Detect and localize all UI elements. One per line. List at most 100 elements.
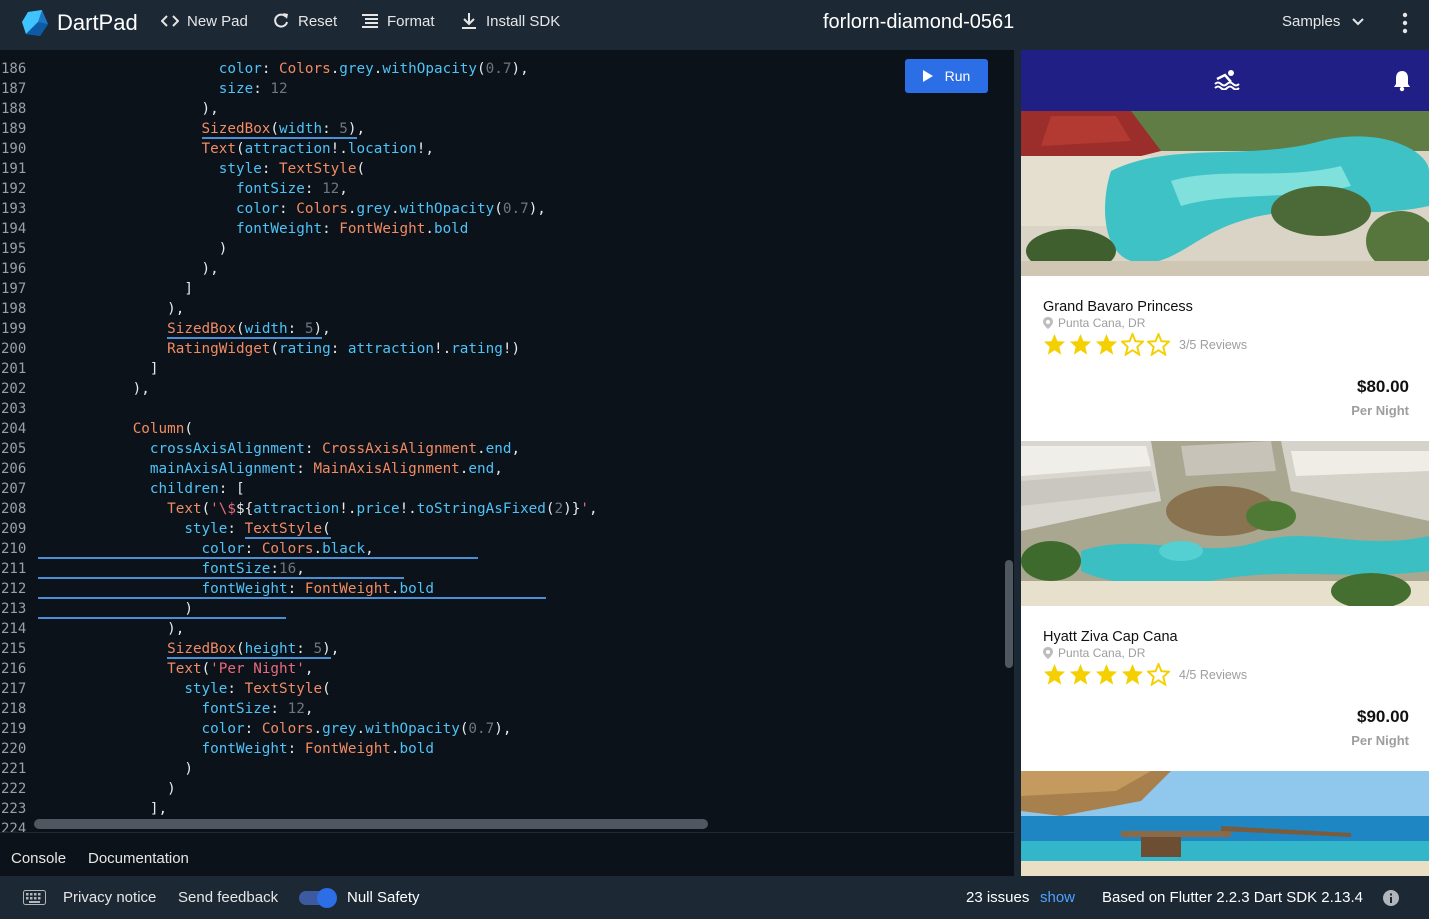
rating-stars: 4/5 Reviews	[1043, 663, 1247, 686]
pool-icon[interactable]	[1214, 70, 1240, 90]
line-number: 218	[1, 701, 27, 717]
null-safety-toggle[interactable]	[299, 888, 337, 908]
horizontal-scrollbar[interactable]	[34, 819, 708, 829]
code-line: SizedBox(height: 5),	[167, 641, 340, 659]
new-pad-button[interactable]: New Pad	[161, 12, 248, 30]
tab-documentation[interactable]: Documentation	[88, 850, 189, 867]
code-line: mainAxisAlignment: MainAxisAlignment.end…	[149, 461, 503, 477]
code-line: style: TextStyle(	[184, 681, 331, 697]
lint-underline	[38, 597, 546, 599]
code-line: Text(attraction!.location!,	[201, 141, 434, 157]
line-number: 206	[1, 461, 27, 477]
hotel-card[interactable]: Grand Bavaro Princess Punta Cana, DR 3/5…	[1021, 276, 1429, 441]
code-line: fontSize: 12,	[201, 701, 314, 717]
show-issues-link[interactable]: show	[1040, 889, 1075, 906]
line-number: 208	[1, 501, 27, 517]
install-sdk-button[interactable]: Install SDK	[460, 12, 560, 30]
send-feedback-link[interactable]: Send feedback	[178, 889, 278, 906]
line-number: 215	[1, 641, 27, 657]
code-line: color: Colors.grey.withOpacity(0.7),	[218, 61, 529, 77]
brand-name: DartPad	[57, 10, 138, 35]
notification-bell-icon[interactable]	[1393, 70, 1411, 92]
line-number: 186	[1, 61, 27, 77]
hotel-card[interactable]: Hyatt Ziva Cap Cana Punta Cana, DR 4/5 R…	[1021, 606, 1429, 771]
code-brackets-icon	[161, 15, 179, 27]
line-number: 223	[1, 801, 27, 817]
line-number: 189	[1, 121, 27, 137]
code-line: style: TextStyle(	[184, 521, 331, 539]
hotel-image	[1021, 441, 1429, 606]
hotel-image	[1021, 771, 1429, 876]
status-bar: Privacy notice Send feedback Null Safety…	[0, 876, 1429, 919]
line-number: 195	[1, 241, 27, 257]
line-number: 203	[1, 401, 27, 417]
samples-dropdown[interactable]: Samples	[1282, 13, 1365, 30]
line-number: 200	[1, 341, 27, 357]
code-line: crossAxisAlignment: CrossAxisAlignment.e…	[149, 441, 521, 457]
hotel-location-text: Punta Cana, DR	[1058, 316, 1146, 330]
code-editor[interactable]: 186 187 188 189 190 191 192 193 194 195 196 197 198 1…	[0, 50, 1014, 832]
line-number: 194	[1, 221, 27, 237]
code-line: color: Colors.black,	[201, 541, 374, 557]
code-line: RatingWidget(rating: attraction!.rating!…	[167, 341, 521, 357]
line-number: 188	[1, 101, 27, 117]
hotel-location-text: Punta Cana, DR	[1058, 646, 1146, 660]
star-filled-icon	[1095, 663, 1118, 685]
run-button[interactable]: Run	[905, 59, 988, 93]
review-count: 3/5 Reviews	[1179, 337, 1248, 352]
code-line: size: 12	[218, 81, 288, 97]
star-filled-icon	[1069, 663, 1092, 685]
line-number: 199	[1, 321, 27, 337]
code-line: fontSize: 12,	[235, 181, 348, 197]
line-number: 211	[1, 561, 27, 577]
reset-button[interactable]: Reset	[272, 12, 337, 30]
location-pin-icon	[1043, 317, 1053, 329]
vertical-scrollbar[interactable]	[1005, 560, 1013, 668]
hotel-name: Hyatt Ziva Cap Cana	[1043, 629, 1178, 645]
star-outline-icon	[1147, 663, 1170, 686]
privacy-notice-link[interactable]: Privacy notice	[63, 889, 156, 906]
output-tabs: Console Documentation	[0, 832, 1014, 877]
code-line: ),	[38, 101, 219, 117]
line-number: 210	[1, 541, 27, 557]
hotel-name: Grand Bavaro Princess	[1043, 299, 1193, 315]
code-line: )	[38, 781, 176, 797]
code-line: ),	[38, 261, 219, 277]
app-bar	[1021, 50, 1429, 111]
code-line: )	[38, 241, 228, 257]
hotel-image	[1021, 111, 1429, 276]
app-preview[interactable]: Grand Bavaro Princess Punta Cana, DR 3/5…	[1021, 50, 1429, 876]
dartpad-logo-icon	[22, 10, 48, 36]
line-number: 205	[1, 441, 27, 457]
star-set	[1043, 333, 1170, 356]
line-number: 209	[1, 521, 27, 537]
lint-underline	[38, 557, 478, 559]
code-line: SizedBox(width: 5),	[201, 121, 366, 139]
line-number: 213	[1, 601, 27, 617]
line-number: 198	[1, 301, 27, 317]
code-line: fontWeight: FontWeight.bold	[201, 581, 434, 597]
info-icon[interactable]	[1383, 890, 1399, 906]
code-content[interactable]: color: Colors.grey.withOpacity(0.7), siz…	[38, 59, 598, 832]
sdk-version: Based on Flutter 2.2.3 Dart SDK 2.13.4	[1102, 889, 1363, 906]
hotel-price: $80.00	[1357, 377, 1409, 396]
line-number: 201	[1, 361, 27, 377]
line-number: 207	[1, 481, 27, 497]
code-line: ),	[38, 381, 150, 397]
per-night-label: Per Night	[1351, 733, 1409, 748]
format-button[interactable]: Format	[361, 12, 435, 30]
line-number: 196	[1, 261, 27, 277]
tab-console[interactable]: Console	[11, 850, 66, 867]
code-line: ),	[38, 621, 185, 637]
new-pad-label: New Pad	[187, 12, 248, 30]
keyboard-icon[interactable]	[23, 890, 46, 905]
code-line: style: TextStyle(	[218, 161, 366, 177]
top-bar: DartPad New Pad Reset Format Install SDK…	[0, 0, 1429, 45]
code-line: ]	[38, 281, 193, 297]
reset-label: Reset	[298, 12, 338, 30]
line-number: 220	[1, 741, 27, 757]
line-number: 192	[1, 181, 27, 197]
hotel-price: $90.00	[1357, 707, 1409, 726]
more-vert-icon[interactable]	[1398, 12, 1412, 34]
line-number: 224	[1, 821, 27, 832]
